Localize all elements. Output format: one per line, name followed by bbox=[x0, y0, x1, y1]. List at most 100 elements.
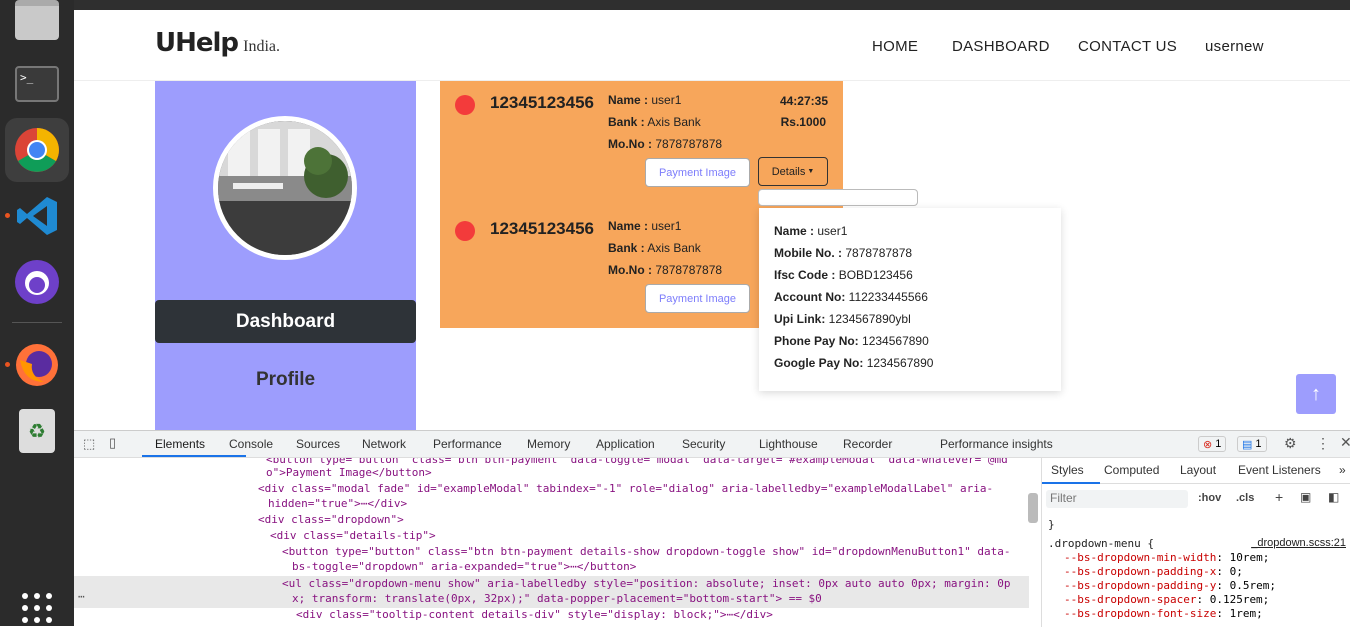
web-page: UHelp India. HOME DASHBOARD CONTACT US u… bbox=[74, 0, 1350, 430]
arrow-up-icon: ↑ bbox=[1311, 382, 1321, 405]
ubuntu-dock: >_ ♻ bbox=[0, 0, 74, 626]
nav-home[interactable]: HOME bbox=[872, 38, 918, 55]
terminal-icon[interactable]: >_ bbox=[5, 52, 69, 116]
styles-tab-indicator bbox=[1042, 482, 1100, 484]
detail-row: Google Pay No: 1234567890 bbox=[774, 356, 934, 370]
css-property[interactable]: --bs-dropdown-padding-x: 0; bbox=[1064, 565, 1243, 578]
rule-selector[interactable]: .dropdown-menu { bbox=[1048, 537, 1154, 550]
tab-computed[interactable]: Computed bbox=[1104, 463, 1159, 477]
styles-tabbar: Styles Computed Layout Event Listeners » bbox=[1042, 458, 1350, 484]
avatar bbox=[213, 116, 357, 260]
transaction-card: 12345123456 Name : user1 Bank : Axis Ban… bbox=[440, 81, 843, 206]
dom-line[interactable]: <div class="tooltip-content details-div"… bbox=[296, 608, 773, 621]
dom-line[interactable]: o">Payment Image</button> bbox=[266, 466, 432, 479]
dropdown-tip-bar bbox=[758, 189, 918, 206]
tab-performance[interactable]: Performance bbox=[433, 437, 502, 451]
devtools-panel: ⬚ ▯ Elements Console Sources Network Per… bbox=[74, 430, 1350, 627]
dom-line[interactable]: <div class="modal fade" id="exampleModal… bbox=[258, 482, 993, 495]
elements-panel: ⋯ <button type="button" class="btn btn-p… bbox=[74, 458, 1039, 627]
github-desktop-icon[interactable] bbox=[5, 250, 69, 314]
more-tabs-icon[interactable]: » bbox=[1339, 463, 1346, 477]
tab-recorder[interactable]: Recorder bbox=[843, 437, 892, 451]
detail-row: Upi Link: 1234567890ybl bbox=[774, 312, 911, 326]
dashboard-button[interactable]: Dashboard bbox=[155, 300, 416, 343]
active-tab-indicator bbox=[142, 455, 246, 457]
dom-line[interactable]: bs-toggle="dropdown" aria-expanded="true… bbox=[292, 560, 636, 573]
vscode-icon[interactable] bbox=[5, 184, 69, 248]
tab-security[interactable]: Security bbox=[682, 437, 725, 451]
device-toolbar-icon[interactable]: ▯ bbox=[109, 435, 116, 451]
payment-image-button[interactable]: Payment Image bbox=[645, 158, 750, 187]
site-logo[interactable]: UHelp India. bbox=[155, 28, 280, 58]
details-button[interactable]: Details ▼ bbox=[758, 157, 828, 186]
css-property[interactable]: --bs-dropdown-padding-y: 0.5rem; bbox=[1064, 579, 1276, 592]
hov-toggle[interactable]: :hov bbox=[1198, 492, 1221, 504]
trash-icon[interactable]: ♻ bbox=[5, 399, 69, 463]
status-dot bbox=[455, 221, 475, 241]
app-grid-icon[interactable] bbox=[5, 576, 69, 640]
tab-console[interactable]: Console bbox=[229, 437, 273, 451]
css-property[interactable]: --bs-dropdown-spacer: 0.125rem; bbox=[1064, 593, 1269, 606]
paint-icon[interactable]: ▣ bbox=[1300, 490, 1311, 504]
details-popup: Name : user1 Mobile No. : 7878787878 Ifs… bbox=[759, 208, 1061, 391]
dom-line[interactable]: <div class="dropdown"> bbox=[258, 513, 404, 526]
tab-application[interactable]: Application bbox=[596, 437, 655, 451]
ellipsis-icon: ⋯ bbox=[78, 590, 85, 603]
scroll-top-button[interactable]: ↑ bbox=[1296, 374, 1336, 414]
profile-link[interactable]: Profile bbox=[155, 369, 416, 391]
payment-image-button[interactable]: Payment Image bbox=[645, 284, 750, 313]
detail-row: Name : user1 bbox=[774, 224, 848, 238]
error-badge[interactable]: ⊗ 1 bbox=[1198, 436, 1227, 452]
styles-pane: Styles Computed Layout Event Listeners »… bbox=[1041, 458, 1350, 627]
styles-filter-input[interactable]: Filter bbox=[1046, 490, 1188, 508]
settings-gear-icon[interactable]: ⚙ bbox=[1284, 435, 1297, 452]
cls-toggle[interactable]: .cls bbox=[1236, 492, 1254, 504]
tab-memory[interactable]: Memory bbox=[527, 437, 570, 451]
timer: 44:27:35 bbox=[779, 94, 828, 108]
account-number: 12345123456 bbox=[490, 93, 595, 112]
dom-line-selected[interactable]: <ul class="dropdown-menu show" aria-labe… bbox=[282, 577, 1010, 590]
card-info: Name : user1 Bank : Axis Bank Mo.No : 78… bbox=[608, 93, 723, 151]
dom-line[interactable]: x; transform: translate(0px, 32px);" dat… bbox=[292, 592, 822, 605]
card-info: Name : user1 Bank : Axis Bank Mo.No : 78… bbox=[608, 219, 723, 277]
inspect-icon[interactable]: ⬚ bbox=[83, 436, 95, 452]
browser-top-strip bbox=[74, 0, 1350, 10]
message-badge[interactable]: ▤ 1 bbox=[1237, 436, 1267, 452]
sidebar-toggle-icon[interactable]: ◧ bbox=[1328, 490, 1339, 504]
dom-line[interactable]: hidden="true">⋯</div> bbox=[268, 497, 407, 510]
detail-row: Account No: 112233445566 bbox=[774, 290, 928, 304]
amount: Rs.1000 bbox=[780, 115, 826, 129]
tab-layout[interactable]: Layout bbox=[1180, 463, 1216, 477]
tab-performance-insights[interactable]: Performance insights bbox=[940, 437, 1053, 451]
css-property[interactable]: --bs-dropdown-min-width: 10rem; bbox=[1064, 551, 1269, 564]
chrome-icon[interactable] bbox=[5, 118, 69, 182]
add-rule-icon[interactable]: + bbox=[1275, 489, 1283, 505]
dock-separator bbox=[12, 322, 62, 323]
nav-contact-us[interactable]: CONTACT US bbox=[1078, 38, 1177, 55]
tab-elements[interactable]: Elements bbox=[155, 437, 205, 451]
tab-event-listeners[interactable]: Event Listeners bbox=[1238, 463, 1321, 477]
detail-row: Phone Pay No: 1234567890 bbox=[774, 334, 929, 348]
dom-line[interactable]: <button type="button" class="btn btn-pay… bbox=[282, 545, 1010, 558]
detail-row: Ifsc Code : BOBD123456 bbox=[774, 268, 913, 282]
css-property[interactable]: --bs-dropdown-font-size: 1rem; bbox=[1064, 607, 1263, 620]
nav-user[interactable]: usernew bbox=[1205, 38, 1264, 55]
more-options-icon[interactable]: ⋮ bbox=[1316, 435, 1330, 452]
firefox-icon[interactable] bbox=[5, 333, 69, 397]
dom-line[interactable]: <button type="button" class="btn btn-pay… bbox=[266, 458, 1008, 466]
nav-dashboard[interactable]: DASHBOARD bbox=[952, 38, 1050, 55]
rule-source-link[interactable]: _dropdown.scss:21 bbox=[1251, 537, 1346, 549]
dom-line[interactable]: <div class="details-tip"> bbox=[270, 529, 436, 542]
tab-sources[interactable]: Sources bbox=[296, 437, 340, 451]
tab-lighthouse[interactable]: Lighthouse bbox=[759, 437, 818, 451]
message-icon: ▤ bbox=[1242, 438, 1253, 451]
tab-network[interactable]: Network bbox=[362, 437, 406, 451]
error-icon: ⊗ bbox=[1203, 438, 1213, 451]
close-icon[interactable]: ✕ bbox=[1340, 434, 1350, 451]
navbar: UHelp India. HOME DASHBOARD CONTACT US u… bbox=[74, 10, 1350, 81]
elements-scrollbar[interactable] bbox=[1028, 493, 1038, 523]
status-dot bbox=[455, 95, 475, 115]
tab-styles[interactable]: Styles bbox=[1051, 463, 1084, 477]
files-icon[interactable] bbox=[5, 0, 69, 52]
caret-down-icon: ▼ bbox=[807, 168, 815, 175]
